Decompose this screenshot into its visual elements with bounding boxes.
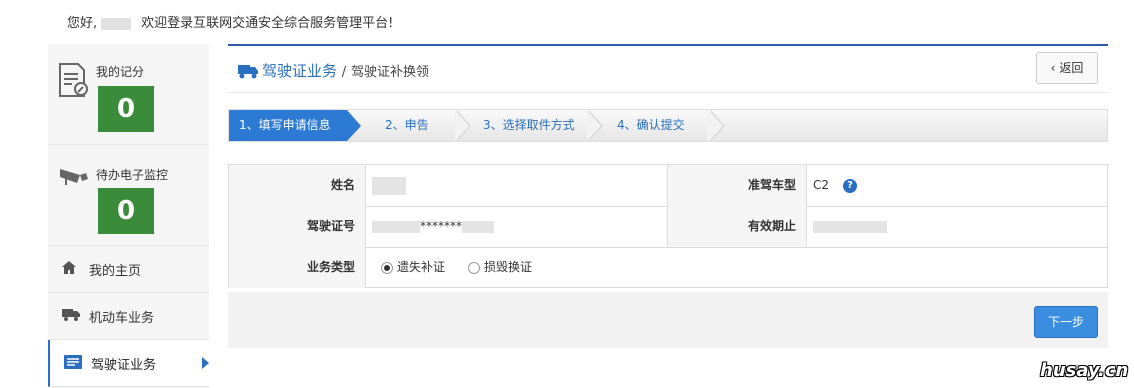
license-label: 驾驶证号	[229, 206, 366, 247]
expiry-label: 有效期止	[667, 206, 807, 247]
username-blurred	[101, 17, 132, 30]
score-label: 我的记分	[96, 65, 145, 79]
help-icon[interactable]: ?	[843, 178, 858, 193]
score-value: 0	[98, 86, 154, 132]
step-divider	[587, 110, 603, 141]
page-header: 驾驶证业务 / 驾驶证补换领 ‹ 返回	[228, 44, 1108, 93]
chevron-right-icon	[202, 357, 209, 369]
form-row: 业务类型 遗失补证 损毁换证	[229, 247, 1107, 288]
score-card[interactable]: 我的记分 0	[48, 44, 209, 145]
welcome-banner: 您好, 欢迎登录互联网交通安全综合服务管理平台!	[67, 12, 393, 31]
option-damaged-label: 损毁换证	[484, 260, 533, 274]
application-form: 姓名 准驾车型 C2? 驾驶证号 ******* 有效期止 业务类型 遗失补证 …	[228, 164, 1108, 288]
name-label: 姓名	[229, 165, 366, 206]
radio-button[interactable]	[468, 262, 480, 274]
step-divider	[709, 110, 725, 141]
step-fill-info: 1、填写申请信息	[229, 110, 361, 141]
document-edit-icon	[58, 62, 90, 101]
sidebar-item-label: 我的主页	[89, 264, 142, 279]
class-label: 准驾车型	[667, 165, 807, 206]
welcome-text: 欢迎登录互联网交通安全综合服务管理平台!	[141, 16, 394, 31]
license-masked: *******	[420, 219, 462, 233]
type-label: 业务类型	[229, 247, 366, 288]
page-title: 驾驶证业务 / 驾驶证补换领	[238, 60, 429, 83]
main-content: 驾驶证业务 / 驾驶证补换领 ‹ 返回 1、填写申请信息 2、申告 3、选择取件…	[228, 44, 1108, 388]
license-blurred	[372, 220, 420, 233]
sidebar-item-license[interactable]: 驾驶证业务	[48, 340, 209, 387]
monitor-label: 待办电子监控	[96, 168, 169, 182]
class-value: C2	[813, 178, 830, 192]
surveillance-camera-icon	[58, 165, 90, 190]
step-declare: 2、申告	[385, 118, 429, 132]
license-blurred	[462, 220, 494, 233]
step-divider	[455, 110, 471, 141]
form-row: 姓名 准驾车型 C2?	[229, 165, 1107, 207]
license-card-icon	[64, 355, 82, 373]
radio-button-selected[interactable]	[381, 262, 393, 274]
form-footer: 下一步	[228, 292, 1108, 348]
back-label: 返回	[1059, 61, 1084, 75]
step-progress: 1、填写申请信息 2、申告 3、选择取件方式 4、确认提交	[228, 109, 1108, 142]
back-button[interactable]: ‹ 返回	[1036, 52, 1098, 84]
sidebar-item-label: 驾驶证业务	[91, 358, 157, 373]
expiry-value	[813, 206, 887, 247]
watermark: husay.cn	[1040, 360, 1129, 381]
truck-icon	[238, 64, 258, 83]
home-icon	[62, 261, 76, 278]
truck-icon	[62, 308, 80, 325]
breadcrumb-section[interactable]: 驾驶证业务	[262, 62, 337, 80]
greeting-text: 您好,	[67, 16, 98, 31]
expiry-blurred	[813, 220, 887, 233]
option-lost-label: 遗失补证	[397, 260, 446, 274]
sidebar-item-home[interactable]: 我的主页	[48, 246, 209, 293]
breadcrumb-current: 驾驶证补换领	[350, 65, 429, 80]
step-pickup: 3、选择取件方式	[483, 118, 575, 132]
class-cell: C2?	[813, 165, 858, 206]
radio-lost[interactable]: 遗失补证	[381, 247, 445, 288]
chevron-left-icon: ‹	[1050, 61, 1056, 75]
license-value: *******	[372, 206, 494, 247]
monitor-value: 0	[98, 188, 154, 234]
monitor-card[interactable]: 待办电子监控 0	[48, 145, 209, 246]
name-blurred	[372, 176, 406, 195]
sidebar-item-vehicle[interactable]: 机动车业务	[48, 293, 209, 340]
next-step-button[interactable]: 下一步	[1034, 306, 1098, 338]
form-row: 驾驶证号 ******* 有效期止	[229, 206, 1107, 248]
name-value	[372, 165, 406, 206]
sidebar: 我的记分 0 待办电子监控 0 我的主页 机动车业务 驾驶证业务	[48, 44, 209, 388]
sidebar-item-label: 机动车业务	[89, 311, 155, 326]
radio-damaged[interactable]: 损毁换证	[468, 247, 532, 288]
step-confirm: 4、确认提交	[617, 118, 685, 132]
breadcrumb-separator: /	[341, 65, 347, 80]
